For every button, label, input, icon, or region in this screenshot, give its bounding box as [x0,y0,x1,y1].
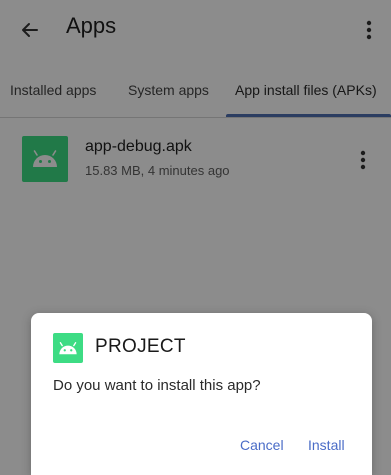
install-dialog: PROJECT Do you want to install this app?… [31,313,372,475]
apps-screen: Apps Installed apps System apps App inst… [0,0,391,475]
dialog-app-name: PROJECT [95,336,186,357]
install-button[interactable]: Install [308,437,345,453]
cancel-button[interactable]: Cancel [240,437,284,453]
android-icon [53,333,83,363]
dialog-message: Do you want to install this app? [53,377,261,394]
